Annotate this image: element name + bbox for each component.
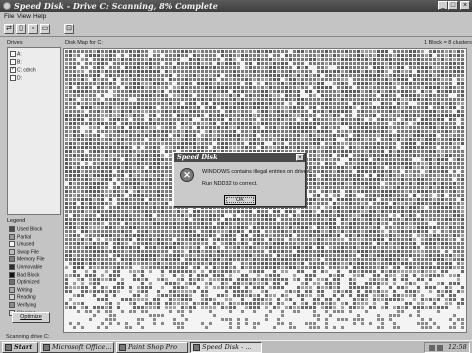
legend-swatch <box>9 302 15 308</box>
close-button[interactable]: × <box>460 1 470 10</box>
drive-checkbox[interactable] <box>10 51 16 57</box>
dialog-title: Speed Disk <box>174 153 305 162</box>
toolbar: ⇄ ▯ ▫ ▭ ⊡ <box>0 22 472 37</box>
legend-title: Legend <box>7 218 26 224</box>
drive-item[interactable]: D: <box>10 75 22 82</box>
dialog-close-button[interactable]: × <box>296 154 304 161</box>
office-icon <box>43 344 50 351</box>
minimize-button[interactable]: _ <box>438 1 448 10</box>
maximize-button[interactable]: □ <box>448 1 458 10</box>
toolbar-button-5[interactable]: ⊡ <box>64 24 74 34</box>
legend-swatch <box>9 286 15 293</box>
start-label: Start <box>14 343 33 351</box>
drive-label: A: <box>17 51 22 58</box>
toolbar-button-4[interactable]: ▭ <box>40 24 50 34</box>
legend-label: Swap File <box>17 249 39 256</box>
legend-item: Partial <box>9 233 32 240</box>
legend-swatch <box>9 279 15 286</box>
taskbar-item[interactable]: Microsoft Office... <box>40 342 114 353</box>
window-title: Speed Disk - Drive C: Scanning, 8% Compl… <box>14 1 218 11</box>
title-bar: Speed Disk - Drive C: Scanning, 8% Compl… <box>0 0 472 12</box>
paint-shop-pro-icon <box>119 344 126 351</box>
legend-swatch <box>9 226 15 232</box>
error-icon: ✕ <box>180 168 194 182</box>
legend-swatch <box>9 271 15 278</box>
legend-item: Swap File <box>9 248 39 256</box>
windows-logo-icon <box>5 344 12 351</box>
disk-map-label: Disk Map for C: <box>65 40 103 46</box>
taskbar-item[interactable]: Paint Shop Pro <box>116 342 188 353</box>
legend-item: Unused <box>9 241 35 248</box>
legend-label: Unmovable <box>17 264 43 271</box>
toolbar-button-1[interactable]: ⇄ <box>4 24 14 34</box>
legend-item: Used Block <box>9 226 42 232</box>
legend-item: Optimized <box>9 279 40 286</box>
system-tray: 12:58 <box>424 342 470 353</box>
speed-disk-app-icon[interactable] <box>3 2 11 10</box>
legend-item: Reading <box>9 294 36 301</box>
menu-view[interactable]: View <box>17 13 31 20</box>
drive-label: C: cdrch <box>17 67 36 74</box>
toolbar-button-2[interactable]: ▯ <box>16 24 26 34</box>
drive-item[interactable]: B: <box>10 59 22 66</box>
taskbar: Start Microsoft Office... Paint Shop Pro… <box>0 340 472 353</box>
drive-label: D: <box>17 75 22 82</box>
dialog-message-line1: WINDOWS contains illegal entries on driv… <box>202 169 313 175</box>
taskbar-item-label: Microsoft Office... <box>52 343 112 351</box>
legend-label: Used Block <box>17 226 43 233</box>
legend-item: Bad Block <box>9 271 40 278</box>
legend-item: Writing <box>9 286 33 294</box>
ok-button[interactable]: OK <box>224 195 256 205</box>
taskbar-item-label: Paint Shop Pro <box>128 343 178 351</box>
start-button[interactable]: Start <box>2 342 38 353</box>
check-icon: ✓ <box>11 66 16 72</box>
drives-label: Drives <box>7 40 23 46</box>
legend-swatch <box>9 256 15 263</box>
map-scale-label: 1 Block = 8 clusters <box>424 40 472 46</box>
legend-label: Verifying <box>17 302 37 309</box>
legend-label: Unused <box>17 241 35 248</box>
drive-item[interactable]: A: <box>10 51 22 58</box>
drive-checkbox-checked[interactable]: ✓ <box>10 66 16 73</box>
taskbar-item-active[interactable]: Speed Disk - ... <box>190 342 262 353</box>
legend-swatch <box>9 241 15 248</box>
dialog-message-line2: Run NDD32 to correct. <box>202 181 258 187</box>
legend-label: Bad Block <box>17 271 40 278</box>
legend-swatch <box>9 264 15 270</box>
legend-swatch <box>9 233 15 240</box>
clock: 12:58 <box>448 343 467 351</box>
legend-label: Memory File <box>17 256 45 263</box>
drive-item[interactable]: ✓ C: cdrch <box>10 66 36 74</box>
drives-list: A: B: ✓ C: cdrch D: <box>7 47 61 215</box>
taskbar-item-label: Speed Disk - ... <box>202 343 252 351</box>
error-dialog: Speed Disk × ✕ WINDOWS contains illegal … <box>173 152 312 207</box>
legend-item: Verifying <box>9 302 36 308</box>
tray-icon-volume[interactable] <box>437 345 443 351</box>
toolbar-button-3[interactable]: ▫ <box>28 24 38 34</box>
optimize-button[interactable]: Optimize <box>12 312 50 323</box>
drive-checkbox[interactable] <box>10 75 16 81</box>
tray-icon-network[interactable] <box>429 345 435 351</box>
legend-label: Writing <box>17 287 33 294</box>
legend-item: Unmovable <box>9 264 42 270</box>
speed-disk-icon <box>193 344 200 351</box>
legend-label: Reading <box>17 294 36 301</box>
menu-help[interactable]: Help <box>33 13 46 20</box>
menu-bar: File View Help <box>0 12 472 22</box>
legend-swatch <box>9 248 15 255</box>
legend-label: Partial <box>17 233 32 240</box>
legend-swatch <box>9 294 15 301</box>
legend-label: Optimized <box>17 279 40 286</box>
drive-checkbox[interactable] <box>10 59 16 65</box>
legend-item: Memory File <box>9 256 45 263</box>
menu-file[interactable]: File <box>4 13 14 20</box>
drive-label: B: <box>17 59 22 66</box>
